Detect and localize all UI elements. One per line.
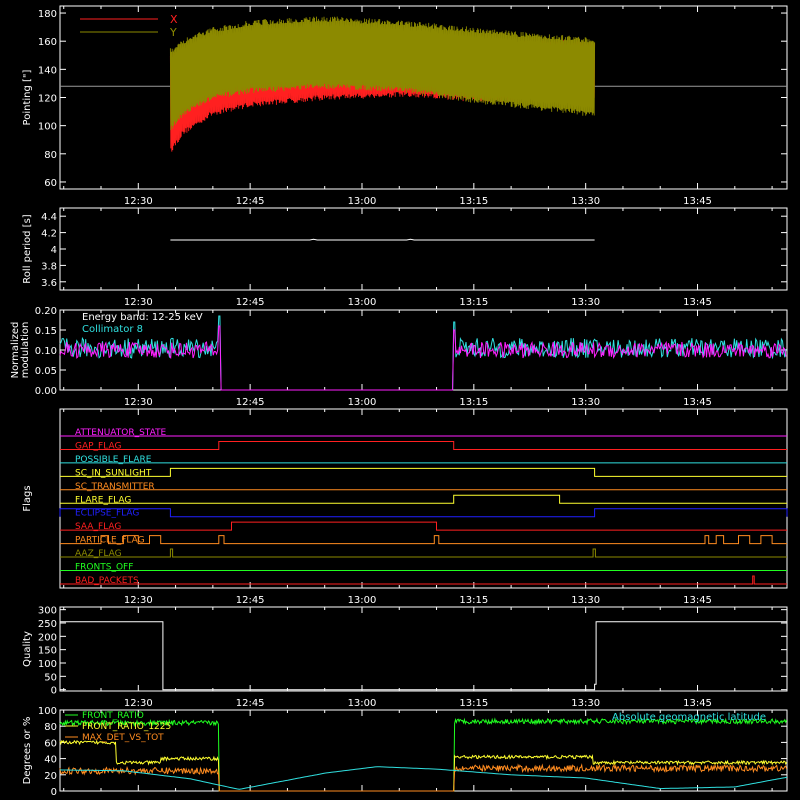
x-tick-label: 12:30 bbox=[124, 595, 153, 606]
x-tick-label: 12:30 bbox=[124, 397, 153, 408]
flag-label: SAA_FLAG bbox=[75, 522, 121, 532]
y-tick-label: 120 bbox=[38, 94, 57, 105]
legend-label: FRONT_RATIO bbox=[82, 711, 144, 721]
collimator-label: Collimator 8 bbox=[82, 324, 143, 335]
x-tick-label: 13:00 bbox=[348, 196, 377, 207]
y-tick-label: 100 bbox=[38, 122, 57, 133]
flag-label: ECLIPSE_FLAG bbox=[75, 509, 139, 519]
geomagnetic-latitude-label: Absolute geomagnetic latitude bbox=[612, 712, 766, 723]
y-tick-label: 160 bbox=[38, 37, 57, 48]
x-tick-label: 13:30 bbox=[571, 297, 600, 308]
y-axis-label: Degrees or % bbox=[22, 717, 33, 785]
x-tick-label: 13:45 bbox=[683, 297, 712, 308]
legend-label: FRONT_RATIO_1225 bbox=[82, 722, 171, 732]
y-tick-label: 0.10 bbox=[35, 346, 57, 357]
y-axis-label: Quality bbox=[22, 631, 33, 667]
x-tick-label: 13:45 bbox=[683, 698, 712, 709]
x-tick-label: 13:30 bbox=[571, 196, 600, 207]
x-tick-label: 13:30 bbox=[571, 698, 600, 709]
flag-label: SC_IN_SUNLIGHT bbox=[75, 468, 152, 478]
y-tick-label: 250 bbox=[38, 619, 57, 630]
y-axis-label: Pointing ["] bbox=[22, 69, 33, 125]
y-tick-label: 80 bbox=[44, 150, 57, 161]
legend-label: MAX_DET_VS_TOT bbox=[82, 733, 164, 743]
flag-label: FLARE_FLAG bbox=[75, 495, 131, 505]
x-tick-label: 12:45 bbox=[236, 698, 265, 709]
y-tick-label: 50 bbox=[44, 672, 57, 683]
x-tick-label: 13:30 bbox=[571, 397, 600, 408]
y-tick-label: 0 bbox=[51, 686, 57, 697]
y-tick-label: 140 bbox=[38, 65, 57, 76]
y-tick-label: 200 bbox=[38, 632, 57, 643]
x-tick-label: 13:15 bbox=[459, 397, 488, 408]
flag-label: SC_TRANSMITTER bbox=[75, 482, 155, 492]
y-axis-label: modulation bbox=[20, 322, 31, 379]
x-tick-label: 12:45 bbox=[236, 595, 265, 606]
x-tick-label: 12:30 bbox=[124, 297, 153, 308]
y-tick-label: 60 bbox=[44, 178, 57, 189]
y-tick-label: 150 bbox=[38, 646, 57, 657]
flag-label: AAZ_FLAG bbox=[75, 549, 122, 559]
x-tick-label: 13:45 bbox=[683, 397, 712, 408]
y-axis-label: Roll period [s] bbox=[22, 214, 33, 283]
y-tick-label: 180 bbox=[38, 9, 57, 20]
flag-label: FRONTS_OFF bbox=[75, 563, 133, 573]
x-tick-label: 13:00 bbox=[348, 297, 377, 308]
flag-label: PARTICLE_FLAG bbox=[75, 536, 145, 546]
y-tick-label: 0.15 bbox=[35, 326, 57, 337]
y-tick-label: 0.05 bbox=[35, 366, 57, 377]
x-tick-label: 12:30 bbox=[124, 698, 153, 709]
x-tick-label: 13:15 bbox=[459, 196, 488, 207]
x-tick-label: 13:15 bbox=[459, 698, 488, 709]
legend-label: Y bbox=[169, 26, 177, 39]
y-tick-label: 80 bbox=[44, 722, 57, 733]
x-tick-label: 12:45 bbox=[236, 297, 265, 308]
x-tick-label: 12:30 bbox=[124, 196, 153, 207]
flag-label: POSSIBLE_FLARE bbox=[75, 455, 152, 465]
flag-label: GAP_FLAG bbox=[75, 441, 121, 451]
x-tick-label: 12:45 bbox=[236, 397, 265, 408]
y-tick-label: 40 bbox=[44, 755, 57, 766]
y-tick-label: 100 bbox=[38, 706, 57, 717]
x-tick-label: 13:30 bbox=[571, 595, 600, 606]
x-tick-label: 12:45 bbox=[236, 196, 265, 207]
flag-label: ATTENUATOR_STATE bbox=[75, 428, 167, 438]
x-tick-label: 13:15 bbox=[459, 595, 488, 606]
x-tick-label: 13:00 bbox=[348, 397, 377, 408]
legend-label: X bbox=[170, 13, 178, 26]
y-tick-label: 4 bbox=[51, 245, 57, 256]
x-tick-label: 13:45 bbox=[683, 196, 712, 207]
y-tick-label: 0.20 bbox=[35, 306, 57, 317]
y-axis-label: Flags bbox=[22, 485, 33, 511]
x-tick-label: 13:00 bbox=[348, 698, 377, 709]
y-tick-label: 3.6 bbox=[41, 278, 57, 289]
energy-band-label: Energy band: 12-25 keV bbox=[82, 312, 203, 323]
x-tick-label: 13:45 bbox=[683, 595, 712, 606]
y-tick-label: 20 bbox=[44, 771, 57, 782]
y-tick-label: 300 bbox=[38, 606, 57, 617]
flag-label: BAD_PACKETS bbox=[75, 576, 139, 586]
y-tick-label: 4.4 bbox=[41, 212, 57, 223]
x-tick-label: 13:15 bbox=[459, 297, 488, 308]
x-tick-label: 13:00 bbox=[348, 595, 377, 606]
y-tick-label: 100 bbox=[38, 659, 57, 670]
y-tick-label: 0.00 bbox=[35, 386, 57, 397]
y-tick-label: 0 bbox=[51, 787, 57, 798]
y-tick-label: 3.8 bbox=[41, 261, 57, 272]
figure: 12:30 12:45 13:00 13:15 13:30 13:45 60 80 100 120… bbox=[0, 0, 800, 800]
y-tick-label: 4.2 bbox=[41, 229, 57, 240]
y-tick-label: 60 bbox=[44, 738, 57, 749]
